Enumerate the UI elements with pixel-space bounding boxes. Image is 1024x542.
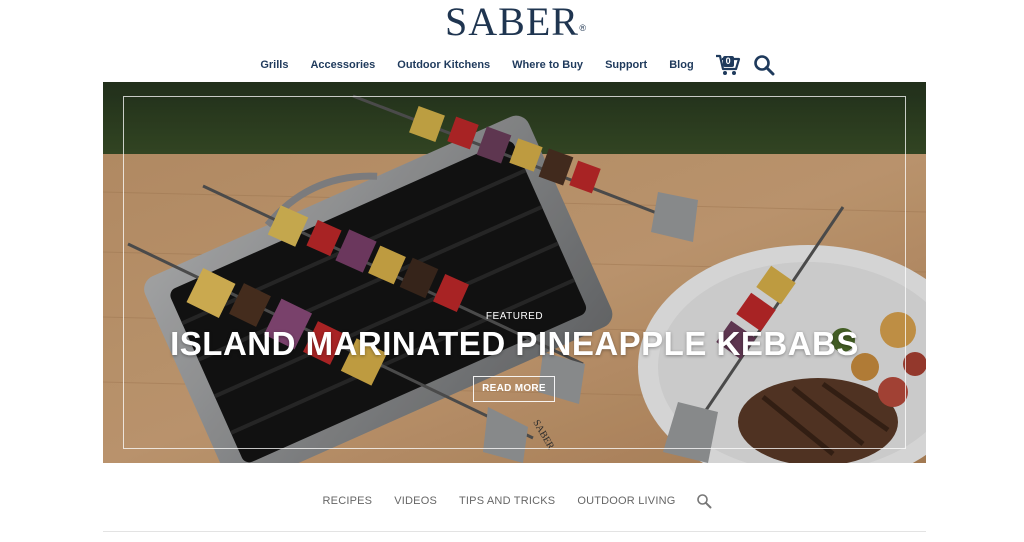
nav-outdoor-kitchens[interactable]: Outdoor Kitchens (397, 52, 490, 78)
hero-title[interactable]: ISLAND MARINATED PINEAPPLE KEBABS (103, 325, 926, 363)
nav-support[interactable]: Support (605, 52, 647, 78)
category-outdoor-living[interactable]: OUTDOOR LIVING (577, 495, 675, 507)
logo-wordmark: SABER ® (445, 0, 586, 44)
featured-label: FEATURED (485, 311, 544, 322)
category-tips-and-tricks[interactable]: TIPS AND TRICKS (459, 495, 555, 507)
cart-count-badge: 0 (722, 56, 734, 67)
search-icon[interactable] (753, 54, 775, 76)
site-logo[interactable]: SABER ® (0, 0, 1024, 44)
logo-registered-mark: ® (579, 23, 587, 33)
hero-banner[interactable]: SABER FEATURED ISLAND MARINATED PINEAPPL… (103, 82, 926, 463)
nav-blog[interactable]: Blog (669, 52, 693, 78)
read-more-button[interactable]: READ MORE (473, 376, 555, 402)
category-recipes[interactable]: RECIPES (323, 495, 373, 507)
cart-button[interactable]: 0 (715, 53, 741, 77)
nav-where-to-buy[interactable]: Where to Buy (512, 52, 583, 78)
nav-grills[interactable]: Grills (260, 52, 288, 78)
section-divider (103, 531, 926, 532)
search-icon[interactable] (696, 493, 712, 509)
logo-text: SABER (445, 0, 579, 44)
category-videos[interactable]: VIDEOS (394, 495, 437, 507)
blog-category-nav: RECIPES VIDEOS TIPS AND TRICKS OUTDOOR L… (0, 490, 1024, 512)
main-navigation: Grills Accessories Outdoor Kitchens Wher… (0, 52, 1024, 78)
nav-accessories[interactable]: Accessories (310, 52, 375, 78)
